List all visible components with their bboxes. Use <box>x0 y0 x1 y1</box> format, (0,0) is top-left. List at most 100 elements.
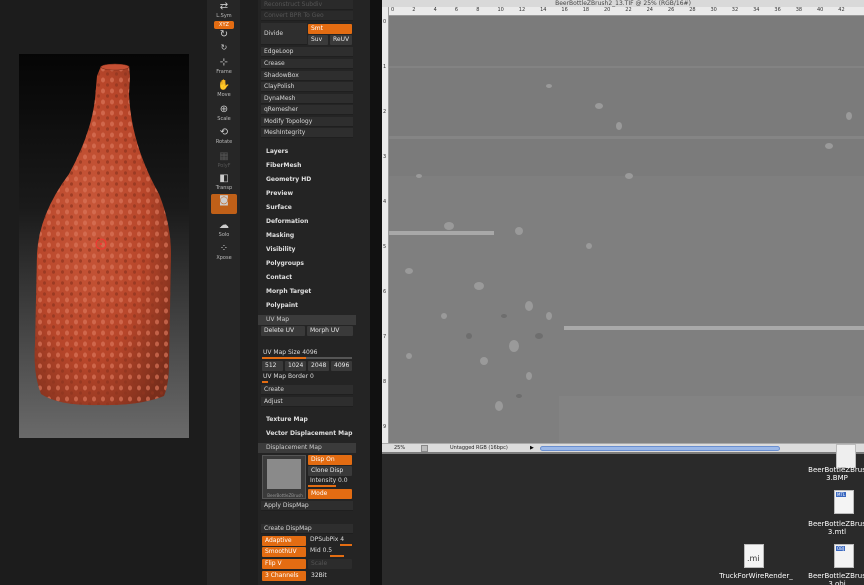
subpalette-texture-map[interactable]: Texture Map <box>266 415 308 425</box>
document-title: BeerBottleZBrush2_13.TIF @ 25% (RGB/16#) <box>382 0 864 7</box>
uvsize-1024-button[interactable]: 1024 <box>285 361 306 371</box>
subpalette-geometry-hd[interactable]: Geometry HD <box>266 175 311 185</box>
suv-toggle[interactable]: Suv <box>308 35 328 45</box>
photoshop-status-bar: 25% Untagged RGB (16bpc) ▶ ◀ ▶ <box>382 443 864 452</box>
bmp-file-icon[interactable] <box>836 444 856 468</box>
uvmap-border-slider[interactable]: UV Map Border 0 <box>263 372 314 382</box>
ruler-vertical[interactable]: 0 1 2 3 4 5 6 7 8 9 <box>382 7 389 444</box>
clone-disp-button[interactable]: Clone Disp <box>308 466 352 476</box>
claypolish-item[interactable]: ClayPolish <box>261 82 353 92</box>
reconstruct-subdiv-button[interactable]: Reconstruct Subdiv <box>261 0 353 10</box>
bit-toggle[interactable]: 32Bit <box>308 571 352 581</box>
ghost-button[interactable]: ◙ <box>211 194 237 214</box>
obj-badge: OBJ <box>836 546 846 551</box>
frame-button[interactable]: ⊹ Frame <box>211 56 237 78</box>
solo-button[interactable]: ☁ Solo <box>211 219 237 241</box>
create-dispmap-button[interactable]: Create DispMap <box>261 524 353 534</box>
smoothuv-toggle[interactable]: SmoothUV <box>262 547 306 557</box>
subpalette-polygroups[interactable]: Polygroups <box>266 259 304 269</box>
crease-item[interactable]: Crease <box>261 59 353 69</box>
ruler-top-tick: 6 <box>454 7 459 13</box>
subpalette-masking[interactable]: Masking <box>266 231 294 241</box>
obj-file-label[interactable]: BeerBottleZBrus 3.obj <box>807 572 864 585</box>
mi-file-icon[interactable]: .mi <box>744 544 764 568</box>
disp-on-toggle[interactable]: Disp On <box>308 455 352 465</box>
uvsize-2048-button[interactable]: 2048 <box>308 361 329 371</box>
subpalette-layers[interactable]: Layers <box>266 147 288 157</box>
zbrush-viewport[interactable] <box>0 0 207 585</box>
panel-gap <box>240 0 258 585</box>
apply-dispmap-button[interactable]: Apply DispMap <box>261 501 353 511</box>
rotation-axis-buttons[interactable]: ↻ ↻ <box>211 28 237 52</box>
mode-toggle[interactable]: Mode <box>308 489 352 499</box>
zbrush-canvas[interactable] <box>19 54 189 438</box>
uvsize-512-button[interactable]: 512 <box>262 361 283 371</box>
mid-fill <box>330 555 344 557</box>
subpalette-visibility[interactable]: Visibility <box>266 245 295 255</box>
polyf-button[interactable]: ▦ PolyF <box>211 150 237 172</box>
lsym-button[interactable]: ⇄ L.Sym <box>211 0 237 20</box>
mtl-file-label[interactable]: BeerBottleZBrus 3.mtl <box>807 520 864 536</box>
scale-slider[interactable]: Scale <box>308 559 352 569</box>
uvsize-4096-button[interactable]: 4096 <box>331 361 352 371</box>
ruler-left-tick: 8 <box>383 379 387 385</box>
xpose-button[interactable]: ⁘ Xpose <box>211 242 237 264</box>
convert-bpr-button[interactable]: Convert BPR To Geo <box>261 11 353 21</box>
morph-uv-button[interactable]: Morph UV <box>307 326 353 336</box>
window-separator <box>370 0 382 585</box>
subpalette-fibermesh[interactable]: FiberMesh <box>266 161 301 171</box>
subpalette-surface[interactable]: Surface <box>266 203 292 213</box>
ruler-horizontal[interactable]: 0 2 4 6 8 10 12 14 16 18 20 22 24 26 28 30 32 34 36 38 40 42 <box>389 7 864 16</box>
qremesher-item[interactable]: qRemesher <box>261 105 353 115</box>
uv-create-button[interactable]: Create <box>261 385 353 395</box>
ruler-left-tick: 5 <box>383 244 387 250</box>
ruler-top-tick: 0 <box>391 7 395 13</box>
scale-button[interactable]: ⊕ Scale <box>211 103 237 125</box>
uv-adjust-button[interactable]: Adjust <box>261 397 353 407</box>
bottle-model <box>34 63 171 406</box>
subpalette-morph-target[interactable]: Morph Target <box>266 287 311 297</box>
xyz-toggle[interactable]: XYZ <box>214 21 234 29</box>
displacement-map-canvas[interactable] <box>389 16 864 443</box>
subpalette-preview[interactable]: Preview <box>266 189 293 199</box>
rotate-button[interactable]: ⟲ Rotate <box>211 126 237 148</box>
edgeloop-item[interactable]: EdgeLoop <box>261 47 353 57</box>
subpalette-contact[interactable]: Contact <box>266 273 292 283</box>
modify-topology-item[interactable]: Modify Topology <box>261 117 353 127</box>
dispmap-header[interactable]: Displacement Map <box>258 443 356 453</box>
flipv-toggle[interactable]: Flip V <box>262 559 306 569</box>
smt-toggle[interactable]: Smt <box>308 24 352 34</box>
move-button[interactable]: ✋ Move <box>211 79 237 101</box>
dynamesh-item[interactable]: DynaMesh <box>261 94 353 104</box>
horizontal-scrollbar[interactable] <box>540 446 780 451</box>
dispmap-thumbnail[interactable]: BeerBottleZBrush <box>262 455 306 499</box>
reuv-button[interactable]: ReUV <box>330 35 352 45</box>
obj-file-icon[interactable]: OBJ <box>834 544 854 568</box>
delete-uv-button[interactable]: Delete UV <box>261 326 305 336</box>
status-info-icon[interactable] <box>421 445 428 452</box>
mi-file-label[interactable]: TruckForWireRender_ <box>716 572 796 580</box>
status-arrow-icon[interactable]: ▶ <box>530 444 534 453</box>
dpsubpix-fill <box>340 544 352 546</box>
three-channels-toggle[interactable]: 3 Channels <box>262 571 306 581</box>
mtl-file-icon[interactable]: MTL <box>834 490 854 514</box>
uvmap-header[interactable]: UV Map <box>258 315 356 325</box>
subpalette-polypaint[interactable]: Polypaint <box>266 301 298 311</box>
symmetry-icon: ⇄ <box>219 1 229 12</box>
adaptive-toggle[interactable]: Adaptive <box>262 536 306 546</box>
bmp-file-label[interactable]: BeerBottleZBrus 3.BMP <box>807 466 864 482</box>
ruler-left-tick: 4 <box>383 199 387 205</box>
subpalette-vector-displacement[interactable]: Vector Displacement Map <box>266 429 352 439</box>
subpalette-deformation[interactable]: Deformation <box>266 217 308 227</box>
meshintegrity-item[interactable]: MeshIntegrity <box>261 128 353 138</box>
mid-slider[interactable]: Mid 0.5 <box>310 546 332 556</box>
bottle-bumps <box>34 66 171 406</box>
ruler-top-tick: 26 <box>667 7 675 13</box>
shadowbox-item[interactable]: ShadowBox <box>261 71 353 81</box>
ruler-top-tick: 16 <box>561 7 568 13</box>
dpsubpix-slider[interactable]: DPSubPix 4 <box>310 535 344 545</box>
zoom-level[interactable]: 25% <box>394 444 405 453</box>
ruler-top-tick: 2 <box>412 7 416 13</box>
transp-button[interactable]: ◧ Transp <box>211 172 237 194</box>
divide-button[interactable]: Divide <box>261 23 307 45</box>
